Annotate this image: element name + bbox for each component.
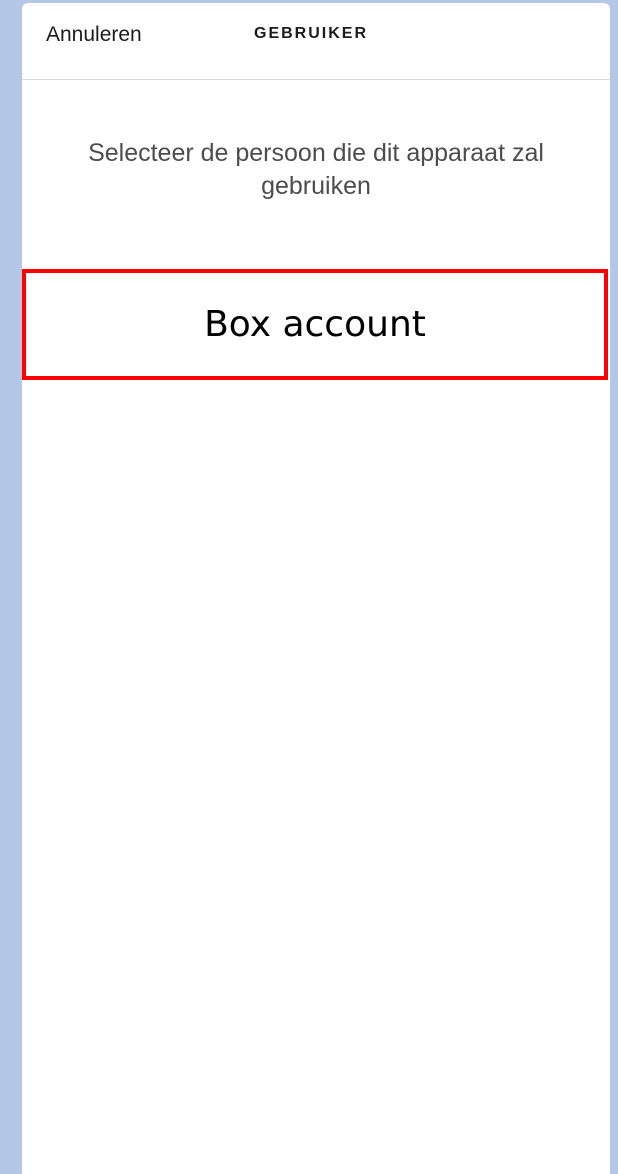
- account-option-label: Box account: [204, 304, 426, 345]
- page-title: GEBRUIKER: [254, 25, 369, 42]
- account-option-box-account[interactable]: Box account: [22, 269, 608, 380]
- device-user-screen: Annuleren GEBRUIKER Selecteer de persoon…: [22, 3, 610, 1174]
- navigation-bar: Annuleren GEBRUIKER: [22, 3, 610, 80]
- cancel-button[interactable]: Annuleren: [46, 23, 142, 47]
- instruction-text: Selecteer de persoon die dit apparaat za…: [88, 139, 544, 200]
